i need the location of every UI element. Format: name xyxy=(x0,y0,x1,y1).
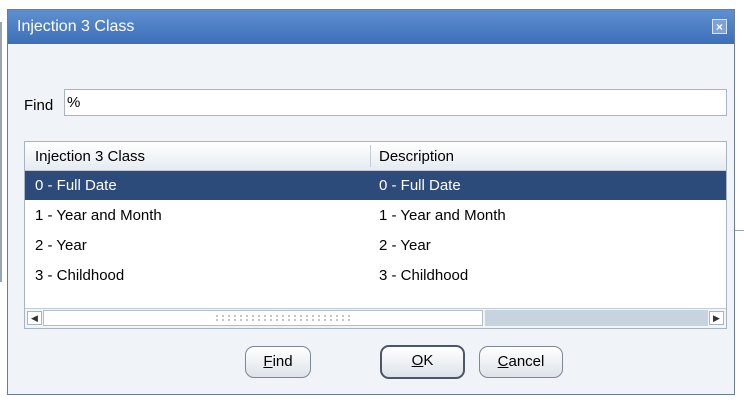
scrollbar-track[interactable] xyxy=(485,310,708,326)
background-window-edge xyxy=(0,22,2,282)
results-table: Injection 3 Class Description 0 - Full D… xyxy=(24,141,727,329)
dialog-titlebar[interactable]: Injection 3 Class × xyxy=(8,10,734,44)
ok-button[interactable]: OK xyxy=(380,345,465,379)
cancel-button-label: ancel xyxy=(508,353,545,370)
ok-button-mnemonic: O xyxy=(411,352,424,369)
lov-dialog: Injection 3 Class × Find Injection 3 Cla… xyxy=(7,9,735,395)
ok-button-label: K xyxy=(423,352,434,369)
column-divider[interactable] xyxy=(370,145,371,167)
cancel-button-mnemonic: C xyxy=(497,353,509,370)
horizontal-scrollbar[interactable]: ◀ ▶ xyxy=(25,308,726,328)
table-header: Injection 3 Class Description xyxy=(25,142,726,171)
grip-icon xyxy=(214,314,354,322)
table-row[interactable]: 0 - Full Date 0 - Full Date xyxy=(25,171,726,200)
find-button-mnemonic: F xyxy=(263,353,273,370)
cell-class: 3 - Childhood xyxy=(35,267,125,284)
cancel-button[interactable]: Cancel xyxy=(479,346,563,378)
cell-class: 1 - Year and Month xyxy=(35,207,162,224)
background-window-edge xyxy=(735,230,744,231)
cell-description: 0 - Full Date xyxy=(379,177,461,194)
cell-description: 2 - Year xyxy=(379,237,431,254)
cell-class: 2 - Year xyxy=(35,237,87,254)
scroll-right-icon[interactable]: ▶ xyxy=(709,311,724,325)
scrollbar-thumb[interactable] xyxy=(43,310,483,326)
close-icon[interactable]: × xyxy=(712,19,727,34)
cell-description: 1 - Year and Month xyxy=(379,207,506,224)
dialog-title: Injection 3 Class xyxy=(17,18,135,35)
cell-class: 0 - Full Date xyxy=(35,177,117,194)
table-row[interactable]: 1 - Year and Month 1 - Year and Month xyxy=(25,201,726,230)
scroll-left-icon[interactable]: ◀ xyxy=(27,311,42,325)
column-header-class[interactable]: Injection 3 Class xyxy=(35,148,145,165)
table-row[interactable]: 3 - Childhood 3 - Childhood xyxy=(25,261,726,290)
cell-description: 3 - Childhood xyxy=(379,267,469,284)
find-button-label: ind xyxy=(272,353,293,370)
find-input[interactable] xyxy=(64,89,727,116)
table-row[interactable]: 2 - Year 2 - Year xyxy=(25,231,726,260)
find-button[interactable]: Find xyxy=(245,346,311,378)
find-label: Find xyxy=(24,97,54,114)
column-header-description[interactable]: Description xyxy=(379,148,454,165)
